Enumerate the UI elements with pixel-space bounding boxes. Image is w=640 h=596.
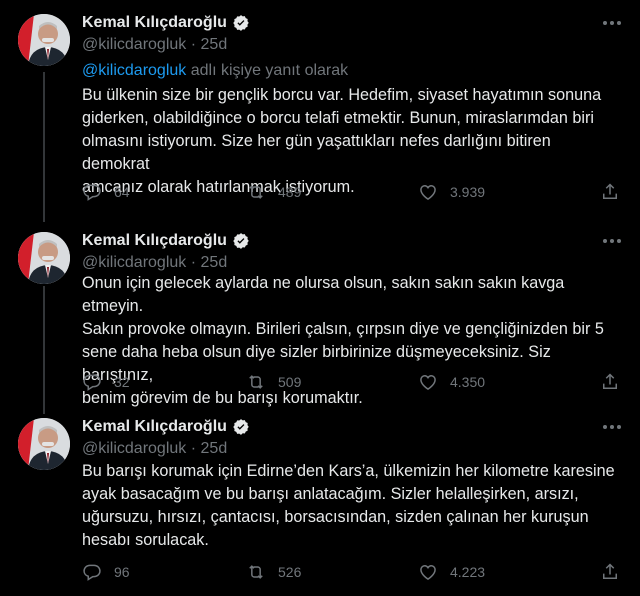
like-icon: [420, 564, 436, 580]
meta-separator: ·: [190, 440, 197, 457]
reply-count: 64: [114, 184, 130, 200]
like-button[interactable]: 4.223: [418, 562, 485, 582]
tweet-timestamp[interactable]: 25d: [201, 254, 228, 271]
retweet-count: 526: [278, 564, 302, 580]
tweet-text: Bu barışı korumak için Edirne’den Kars’a…: [82, 460, 622, 552]
tweet-text-line: Sakın provoke olmayın. Birileri çalsın, …: [82, 320, 604, 338]
reply-button[interactable]: 96: [82, 562, 130, 582]
replying-suffix: adlı kişiye yanıt olarak: [190, 62, 349, 79]
tweet-text-line: giderken, olabildiğince o borcu telafi e…: [82, 109, 594, 127]
author-name[interactable]: Kemal Kılıçdaroğlu: [82, 232, 227, 250]
tweet-actions: 96 526 4.223: [82, 562, 622, 584]
author-name[interactable]: Kemal Kılıçdaroğlu: [82, 418, 227, 436]
retweet-button[interactable]: 489: [246, 182, 301, 202]
like-icon: [420, 374, 436, 390]
like-button[interactable]: 3.939: [418, 182, 485, 202]
tweet-text-line: Bu barışı korumak için Edirne’den Kars’a…: [82, 462, 615, 480]
retweet-button[interactable]: 526: [246, 562, 301, 582]
retweet-button[interactable]: 509: [246, 372, 301, 392]
replying-to: @kilicdarogluk adlı kişiye yanıt olarak: [82, 62, 348, 80]
reply-count: 32: [114, 374, 130, 390]
more-options-icon[interactable]: [602, 20, 622, 26]
author-handle[interactable]: @kilicdarogluk: [82, 440, 186, 457]
tweet-actions: 32 509 4.350: [82, 372, 622, 394]
reply-icon: [83, 184, 101, 201]
tweet-thread: Kemal Kılıçdaroğlu @kilicdarogluk · 25d …: [0, 0, 640, 596]
meta-separator: ·: [190, 36, 197, 53]
author-handle[interactable]: @kilicdarogluk: [82, 254, 186, 271]
tweet[interactable]: Kemal Kılıçdaroğlu @kilicdarogluk · 25d …: [0, 414, 640, 596]
avatar[interactable]: [18, 14, 70, 66]
share-button[interactable]: [600, 562, 632, 582]
tweet-text-line: hesabı sorulacak.: [82, 531, 209, 549]
share-icon: [603, 373, 617, 389]
more-options-icon[interactable]: [602, 424, 622, 430]
like-count: 4.350: [450, 374, 486, 390]
author-handle[interactable]: @kilicdarogluk: [82, 36, 186, 53]
author-name[interactable]: Kemal Kılıçdaroğlu: [82, 14, 227, 32]
verified-badge-icon: [233, 419, 249, 435]
tweet[interactable]: Kemal Kılıçdaroğlu @kilicdarogluk · 25d …: [0, 222, 640, 414]
reply-icon: [83, 374, 101, 391]
share-icon: [603, 563, 617, 579]
tweet-timestamp[interactable]: 25d: [201, 440, 228, 457]
meta-separator: ·: [190, 254, 197, 271]
reply-button[interactable]: 32: [82, 372, 130, 392]
tweet-text-line: ayak basacağım ve bu barışı anlatacağım.…: [82, 485, 579, 503]
reply-count: 96: [114, 564, 130, 580]
like-icon: [420, 184, 436, 200]
like-count: 3.939: [450, 184, 486, 200]
share-button[interactable]: [600, 372, 632, 392]
retweet-count: 509: [278, 374, 302, 390]
verified-badge-icon: [233, 233, 249, 249]
retweet-icon: [249, 185, 263, 199]
reply-button[interactable]: 64: [82, 182, 130, 202]
retweet-count: 489: [278, 184, 302, 200]
tweet-text-line: Onun için gelecek aylarda ne olursa olsu…: [82, 274, 565, 315]
share-icon: [603, 183, 617, 199]
reply-icon: [83, 564, 101, 581]
tweet-text-line: uğursuzu, hırsızı, çantacısı, borsacısın…: [82, 508, 589, 526]
tweet-text-line: Bu ülkenin size bir gençlik borcu var. H…: [82, 86, 602, 104]
tweet-timestamp[interactable]: 25d: [201, 36, 228, 53]
retweet-icon: [249, 565, 263, 579]
retweet-icon: [249, 375, 263, 389]
replying-mention-link[interactable]: @kilicdarogluk: [82, 62, 186, 79]
verified-badge-icon: [233, 15, 249, 31]
tweet-text-line: olmasını istiyorum. Size her gün yaşattı…: [82, 132, 551, 173]
share-button[interactable]: [600, 182, 632, 202]
like-count: 4.223: [450, 564, 486, 580]
avatar[interactable]: [18, 418, 70, 470]
avatar[interactable]: [18, 232, 70, 284]
like-button[interactable]: 4.350: [418, 372, 485, 392]
tweet[interactable]: Kemal Kılıçdaroğlu @kilicdarogluk · 25d …: [0, 0, 640, 222]
more-options-icon[interactable]: [602, 238, 622, 244]
tweet-actions: 64 489 3.939: [82, 182, 622, 204]
